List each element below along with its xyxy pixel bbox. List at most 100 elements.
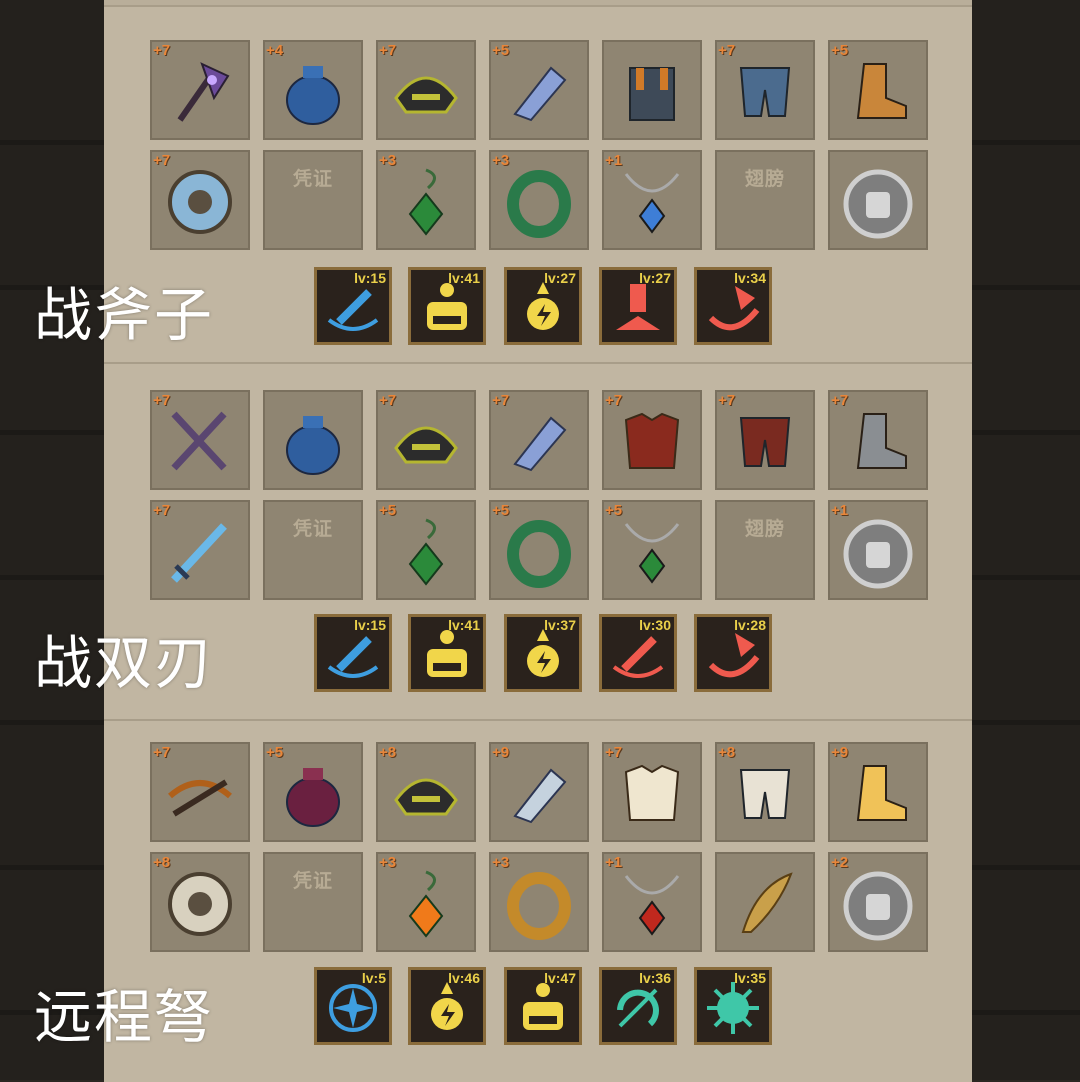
enhance-level-badge: +1 xyxy=(831,502,849,519)
vine-ring-icon xyxy=(507,170,571,238)
enhance-level-badge: +5 xyxy=(492,502,510,519)
skill-slot[interactable]: lv:27 xyxy=(599,267,677,345)
equipment-slot[interactable]: +7 xyxy=(150,40,250,140)
skill-slot[interactable]: lv:28 xyxy=(694,614,772,692)
equipment-slot[interactable]: +9 xyxy=(828,742,928,842)
equipment-slot[interactable]: +7 xyxy=(150,150,250,250)
voucher-slot-label: 凭证 xyxy=(292,169,333,190)
equipment-slot[interactable]: +8 xyxy=(715,742,815,842)
skill-level-badge: lv:27 xyxy=(544,270,576,286)
wings-slot-label: 翅膀 xyxy=(744,519,785,540)
equipment-slot[interactable]: +3 xyxy=(376,852,476,952)
equipment-slot[interactable]: +7 xyxy=(150,390,250,490)
equipment-slot[interactable]: +7 xyxy=(602,390,702,490)
enhance-level-badge: +9 xyxy=(492,744,510,761)
skill-level-badge: lv:5 xyxy=(361,970,386,986)
enhance-level-badge: +7 xyxy=(153,744,171,761)
equipment-slot[interactable] xyxy=(263,390,363,490)
amber-ring-icon xyxy=(507,872,571,940)
enhance-level-badge: +5 xyxy=(379,502,397,519)
skill-level-badge: lv:37 xyxy=(544,617,576,633)
spiky-orb-skill-icon xyxy=(707,982,759,1034)
equipment-slot[interactable]: +2 xyxy=(828,852,928,952)
equipment-slot[interactable]: +4 xyxy=(263,40,363,140)
equipment-slot[interactable]: +7 xyxy=(715,390,815,490)
equipment-slot[interactable] xyxy=(828,150,928,250)
equipment-slot[interactable]: +3 xyxy=(376,150,476,250)
skill-slot[interactable]: lv:41 xyxy=(408,267,486,345)
skill-level-badge: lv:47 xyxy=(544,970,576,986)
pouch-icon xyxy=(286,416,340,475)
sword-slash-skill-icon xyxy=(327,289,379,331)
equipment-slot[interactable]: 翅膀 xyxy=(715,500,815,600)
white-skirt-icon xyxy=(739,769,791,819)
equipment-slot[interactable]: +1 xyxy=(602,150,702,250)
equipment-slot[interactable]: 凭证 xyxy=(263,500,363,600)
enhance-level-badge: +7 xyxy=(153,42,171,59)
skill-slot[interactable]: lv:5 xyxy=(314,967,392,1045)
equipment-slot[interactable]: +5 xyxy=(376,500,476,600)
equipment-slot[interactable]: +7 xyxy=(489,390,589,490)
skill-level-badge: lv:41 xyxy=(448,617,480,633)
skill-slot[interactable]: lv:46 xyxy=(408,967,486,1045)
eye-hood-icon xyxy=(394,778,458,816)
skill-slot[interactable]: lv:37 xyxy=(504,614,582,692)
equipment-slot[interactable]: +1 xyxy=(602,852,702,952)
skill-slot[interactable]: lv:35 xyxy=(694,967,772,1045)
skill-slot[interactable]: lv:27 xyxy=(504,267,582,345)
sapphire-necklace-icon xyxy=(624,173,680,234)
enhance-level-badge: +2 xyxy=(831,854,849,871)
equipment-slot[interactable]: +5 xyxy=(489,40,589,140)
equipment-slot[interactable]: +1 xyxy=(828,500,928,600)
eagle-shield-icon xyxy=(168,170,232,234)
equipment-slot[interactable]: +8 xyxy=(376,742,476,842)
equipment-slot[interactable]: +5 xyxy=(602,500,702,600)
equipment-slot[interactable]: +8 xyxy=(150,852,250,952)
skill-level-badge: lv:15 xyxy=(354,270,386,286)
equipment-slot[interactable]: 凭证 xyxy=(263,150,363,250)
enhance-level-badge: +5 xyxy=(605,502,623,519)
emerald-earring-icon xyxy=(408,168,444,236)
enhance-level-badge: +3 xyxy=(492,152,510,169)
equipment-slot[interactable]: +7 xyxy=(828,390,928,490)
enhance-level-badge: +3 xyxy=(492,854,510,871)
equipment-slot[interactable] xyxy=(602,40,702,140)
equipment-slot[interactable]: +7 xyxy=(602,742,702,842)
equipment-slot[interactable]: +9 xyxy=(489,742,589,842)
twin-blades-icon xyxy=(171,411,227,471)
equipment-slot[interactable]: +7 xyxy=(376,390,476,490)
skill-level-badge: lv:35 xyxy=(734,970,766,986)
shorts-icon xyxy=(739,67,791,117)
equipment-slot[interactable]: +5 xyxy=(828,40,928,140)
equipment-slot[interactable] xyxy=(715,852,815,952)
skill-level-badge: lv:30 xyxy=(639,617,671,633)
equipment-slot[interactable]: 翅膀 xyxy=(715,150,815,250)
voucher-slot-label: 凭证 xyxy=(292,871,333,892)
branch-necklace-icon xyxy=(624,523,680,584)
skill-slot[interactable]: lv:47 xyxy=(504,967,582,1045)
silver-gauntlet-icon xyxy=(513,768,567,824)
skill-slot[interactable]: lv:41 xyxy=(408,614,486,692)
equipment-slot[interactable]: +3 xyxy=(489,852,589,952)
enhance-level-badge: +8 xyxy=(718,744,736,761)
skill-level-badge: lv:36 xyxy=(639,970,671,986)
equipment-slot[interactable]: +7 xyxy=(150,500,250,600)
skill-slot[interactable]: lv:30 xyxy=(599,614,677,692)
skill-slot[interactable]: lv:15 xyxy=(314,267,392,345)
enhance-level-badge: +8 xyxy=(153,854,171,871)
emerald-earring-icon xyxy=(408,518,444,586)
axe-icon xyxy=(177,62,230,122)
equipment-slot[interactable]: +7 xyxy=(376,40,476,140)
lava-armor-icon xyxy=(624,412,680,469)
skill-slot[interactable]: lv:36 xyxy=(599,967,677,1045)
skill-slot[interactable]: lv:15 xyxy=(314,614,392,692)
equipment-slot[interactable]: +3 xyxy=(489,150,589,250)
equipment-slot[interactable]: +5 xyxy=(263,742,363,842)
enhance-level-badge: +7 xyxy=(718,392,736,409)
equipment-slot[interactable]: +7 xyxy=(715,40,815,140)
wings-slot-label: 翅膀 xyxy=(744,169,785,190)
skill-slot[interactable]: lv:34 xyxy=(694,267,772,345)
equipment-slot[interactable]: +5 xyxy=(489,500,589,600)
equipment-slot[interactable]: 凭证 xyxy=(263,852,363,952)
equipment-slot[interactable]: +7 xyxy=(150,742,250,842)
